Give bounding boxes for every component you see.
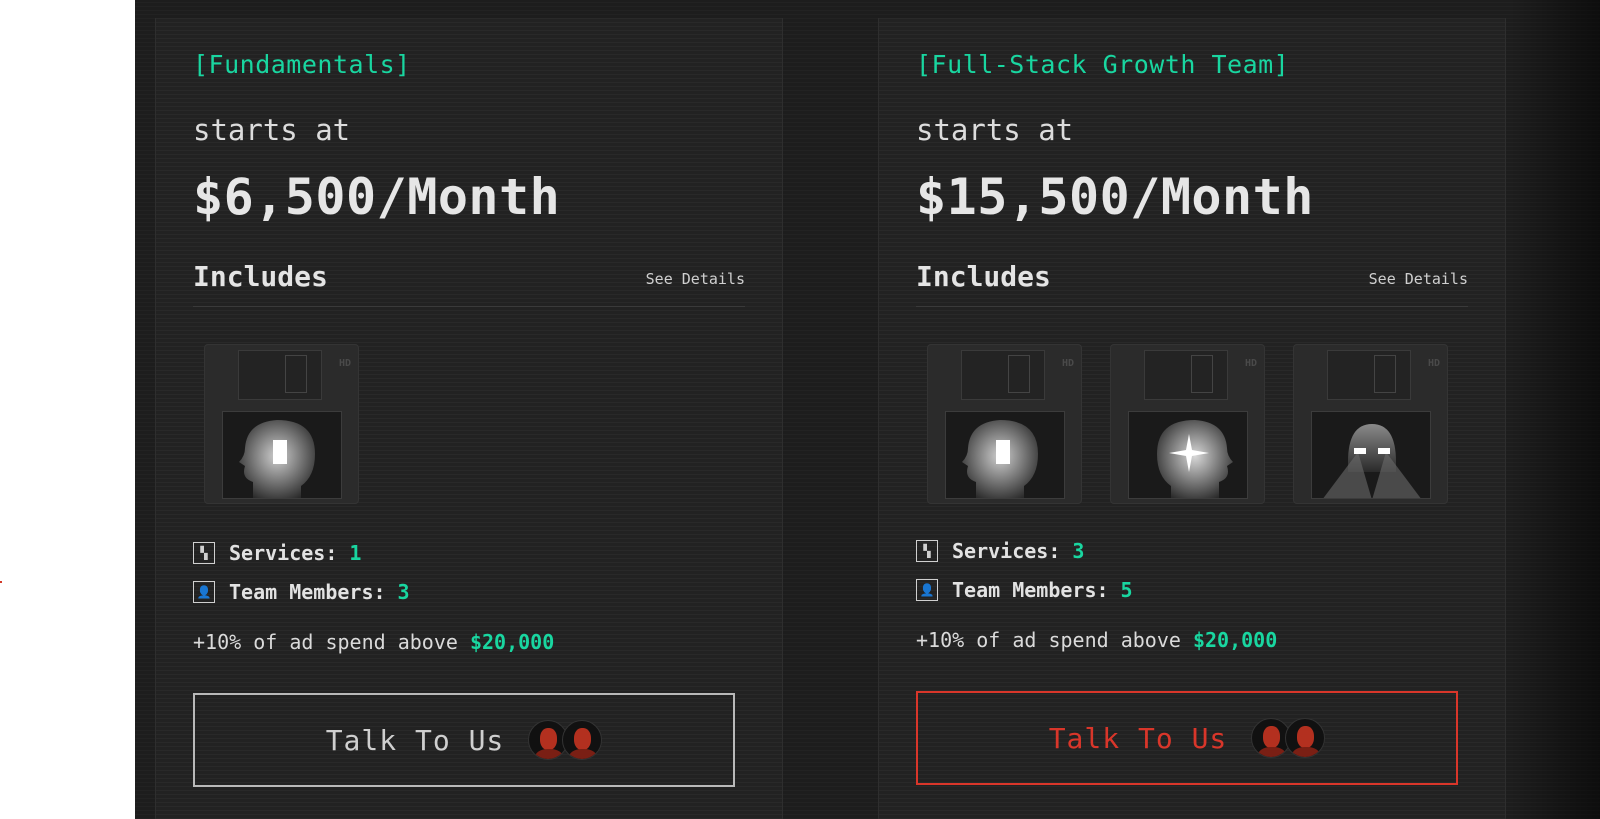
plan-tag: [Fundamentals] xyxy=(193,50,411,79)
floppy-disk-star-icon: HD xyxy=(1110,344,1265,504)
cta-label: Talk To Us xyxy=(325,723,505,757)
services-value: 3 xyxy=(1072,539,1085,563)
ad-spend-text: +10% of ad spend above xyxy=(916,628,1181,652)
included-disks: HD HD HD xyxy=(927,344,1448,504)
floppy-disk-door-icon: HD xyxy=(204,344,359,504)
team-members-stat: 👤 Team Members: 3 xyxy=(193,580,410,604)
included-disks: HD xyxy=(204,344,359,504)
ad-spend-note: +10% of ad spend above $20,000 xyxy=(193,630,554,654)
floppy-disk-door-icon: HD xyxy=(927,344,1082,504)
team-members-stat: 👤 Team Members: 5 xyxy=(916,578,1133,602)
red-marker xyxy=(0,581,2,583)
cta-label: Talk To Us xyxy=(1048,721,1228,755)
team-avatars xyxy=(1251,718,1326,758)
see-details-link[interactable]: See Details xyxy=(646,270,745,288)
team-members-label: Team Members: xyxy=(229,580,386,604)
services-icon: ▚ xyxy=(193,542,215,564)
plan-tag: [Full-Stack Growth Team] xyxy=(916,50,1290,79)
team-members-value: 5 xyxy=(1120,578,1133,602)
services-icon: ▚ xyxy=(916,540,938,562)
services-stat: ▚ Services: 3 xyxy=(916,539,1084,563)
services-value: 1 xyxy=(349,541,362,565)
divider xyxy=(916,306,1468,307)
team-members-label: Team Members: xyxy=(952,578,1109,602)
services-label: Services: xyxy=(952,539,1061,563)
avatar xyxy=(1285,718,1326,758)
services-label: Services: xyxy=(229,541,338,565)
plan-card-fundamentals: [Fundamentals] starts at $6,500/Month In… xyxy=(155,18,783,819)
plan-card-full-stack-growth-team: [Full-Stack Growth Team] starts at $15,5… xyxy=(878,18,1506,819)
floppy-disk-headlights-icon: HD xyxy=(1293,344,1448,504)
ad-spend-amount: $20,000 xyxy=(469,630,555,654)
starts-at-label: starts at xyxy=(916,113,1074,147)
see-details-link[interactable]: See Details xyxy=(1369,270,1468,288)
ad-spend-amount: $20,000 xyxy=(1192,628,1278,652)
starts-at-label: starts at xyxy=(193,113,351,147)
services-stat: ▚ Services: 1 xyxy=(193,541,361,565)
person-icon: 👤 xyxy=(916,579,938,601)
ad-spend-note: +10% of ad spend above $20,000 xyxy=(916,628,1277,652)
plan-price: $6,500/Month xyxy=(193,168,561,226)
talk-to-us-button[interactable]: Talk To Us xyxy=(916,691,1458,785)
team-members-value: 3 xyxy=(397,580,410,604)
ad-spend-text: +10% of ad spend above xyxy=(193,630,458,654)
team-avatars xyxy=(528,720,603,760)
includes-heading: Includes xyxy=(193,260,328,293)
avatar xyxy=(562,720,603,760)
person-icon: 👤 xyxy=(193,581,215,603)
divider xyxy=(193,306,745,307)
talk-to-us-button[interactable]: Talk To Us xyxy=(193,693,735,787)
includes-heading: Includes xyxy=(916,260,1051,293)
pricing-section: [Fundamentals] starts at $6,500/Month In… xyxy=(135,0,1600,819)
plan-price: $15,500/Month xyxy=(916,168,1314,226)
